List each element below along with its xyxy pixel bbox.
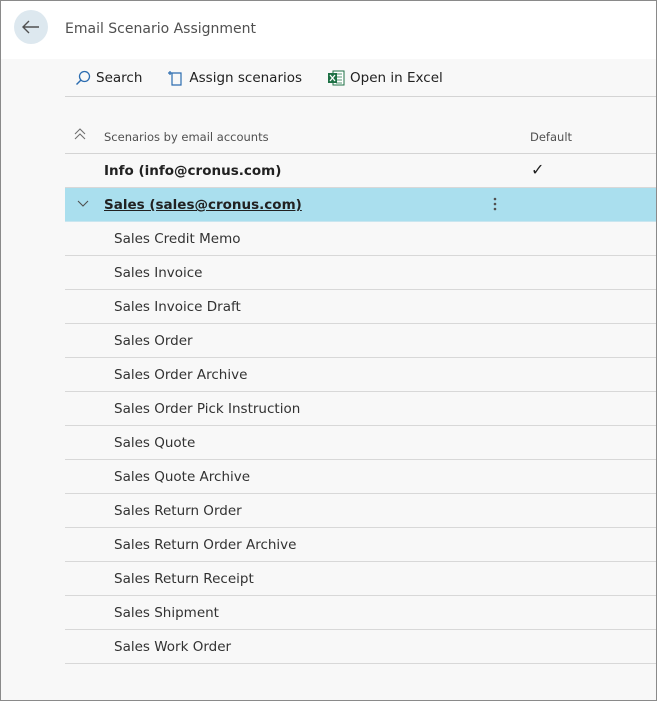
scenario-row[interactable]: Sales Order Pick Instruction (65, 392, 656, 426)
scenario-label: Sales Return Order Archive (114, 537, 297, 553)
scenario-row[interactable]: Sales Order Archive (65, 358, 656, 392)
scenario-label: Sales Return Order (114, 503, 242, 519)
scenario-label: Sales Invoice Draft (114, 299, 241, 315)
scenario-label: Sales Quote (114, 435, 196, 451)
assign-document-icon (168, 70, 182, 86)
more-options-icon[interactable] (493, 196, 497, 212)
account-label: Info (info@cronus.com) (104, 163, 282, 179)
scenario-label: Sales Order Archive (114, 367, 248, 383)
scenario-label: Sales Work Order (114, 639, 232, 655)
assign-scenarios-button[interactable]: Assign scenarios (168, 70, 302, 86)
search-label: Search (96, 69, 143, 86)
search-icon (76, 70, 91, 85)
scenario-grid: Scenarios by email accounts Default Info… (65, 119, 656, 664)
scenario-row[interactable]: Sales Work Order (65, 630, 656, 664)
collapse-all-icon[interactable] (73, 127, 87, 141)
page-frame: Email Scenario Assignment Search Assign … (0, 0, 657, 701)
account-row-sales[interactable]: Sales (sales@cronus.com) (65, 188, 656, 222)
scenario-label: Sales Order (114, 333, 193, 349)
search-button[interactable]: Search (75, 70, 142, 86)
scenario-row[interactable]: Sales Invoice (65, 256, 656, 290)
scenario-row[interactable]: Sales Shipment (65, 596, 656, 630)
account-label[interactable]: Sales (sales@cronus.com) (104, 197, 302, 213)
scenario-label: Sales Shipment (114, 605, 219, 621)
scenario-row[interactable]: Sales Order (65, 324, 656, 358)
grid-header: Scenarios by email accounts Default (65, 119, 656, 154)
scenario-label: Sales Credit Memo (114, 231, 241, 247)
open-in-excel-label: Open in Excel (350, 69, 443, 86)
page-title: Email Scenario Assignment (65, 21, 257, 37)
assign-scenarios-label: Assign scenarios (189, 69, 303, 86)
chevron-down-icon[interactable] (77, 200, 89, 208)
column-header-default[interactable]: Default (530, 130, 572, 144)
scenario-row[interactable]: Sales Return Order (65, 494, 656, 528)
scenario-row[interactable]: Sales Return Order Archive (65, 528, 656, 562)
default-check-icon: ✓ (531, 160, 545, 179)
scenario-row[interactable]: Sales Quote Archive (65, 460, 656, 494)
page-header: Email Scenario Assignment (1, 1, 656, 59)
arrow-left-icon (22, 20, 39, 34)
scenario-label: Sales Quote Archive (114, 469, 251, 485)
scenario-row[interactable]: Sales Return Receipt (65, 562, 656, 596)
scenario-label: Sales Return Receipt (114, 571, 254, 587)
scenario-label: Sales Invoice (114, 265, 203, 281)
excel-icon (328, 70, 345, 85)
scenario-row[interactable]: Sales Credit Memo (65, 222, 656, 256)
scenario-row[interactable]: Sales Quote (65, 426, 656, 460)
column-header-scenarios[interactable]: Scenarios by email accounts (104, 130, 269, 144)
account-row-info[interactable]: Info (info@cronus.com) ✓ (65, 154, 656, 188)
action-bar: Search Assign scenarios Open in Excel (65, 59, 656, 97)
open-in-excel-button[interactable]: Open in Excel (328, 70, 443, 86)
scenario-label: Sales Order Pick Instruction (114, 401, 301, 417)
back-button[interactable] (14, 10, 48, 44)
scenario-row[interactable]: Sales Invoice Draft (65, 290, 656, 324)
